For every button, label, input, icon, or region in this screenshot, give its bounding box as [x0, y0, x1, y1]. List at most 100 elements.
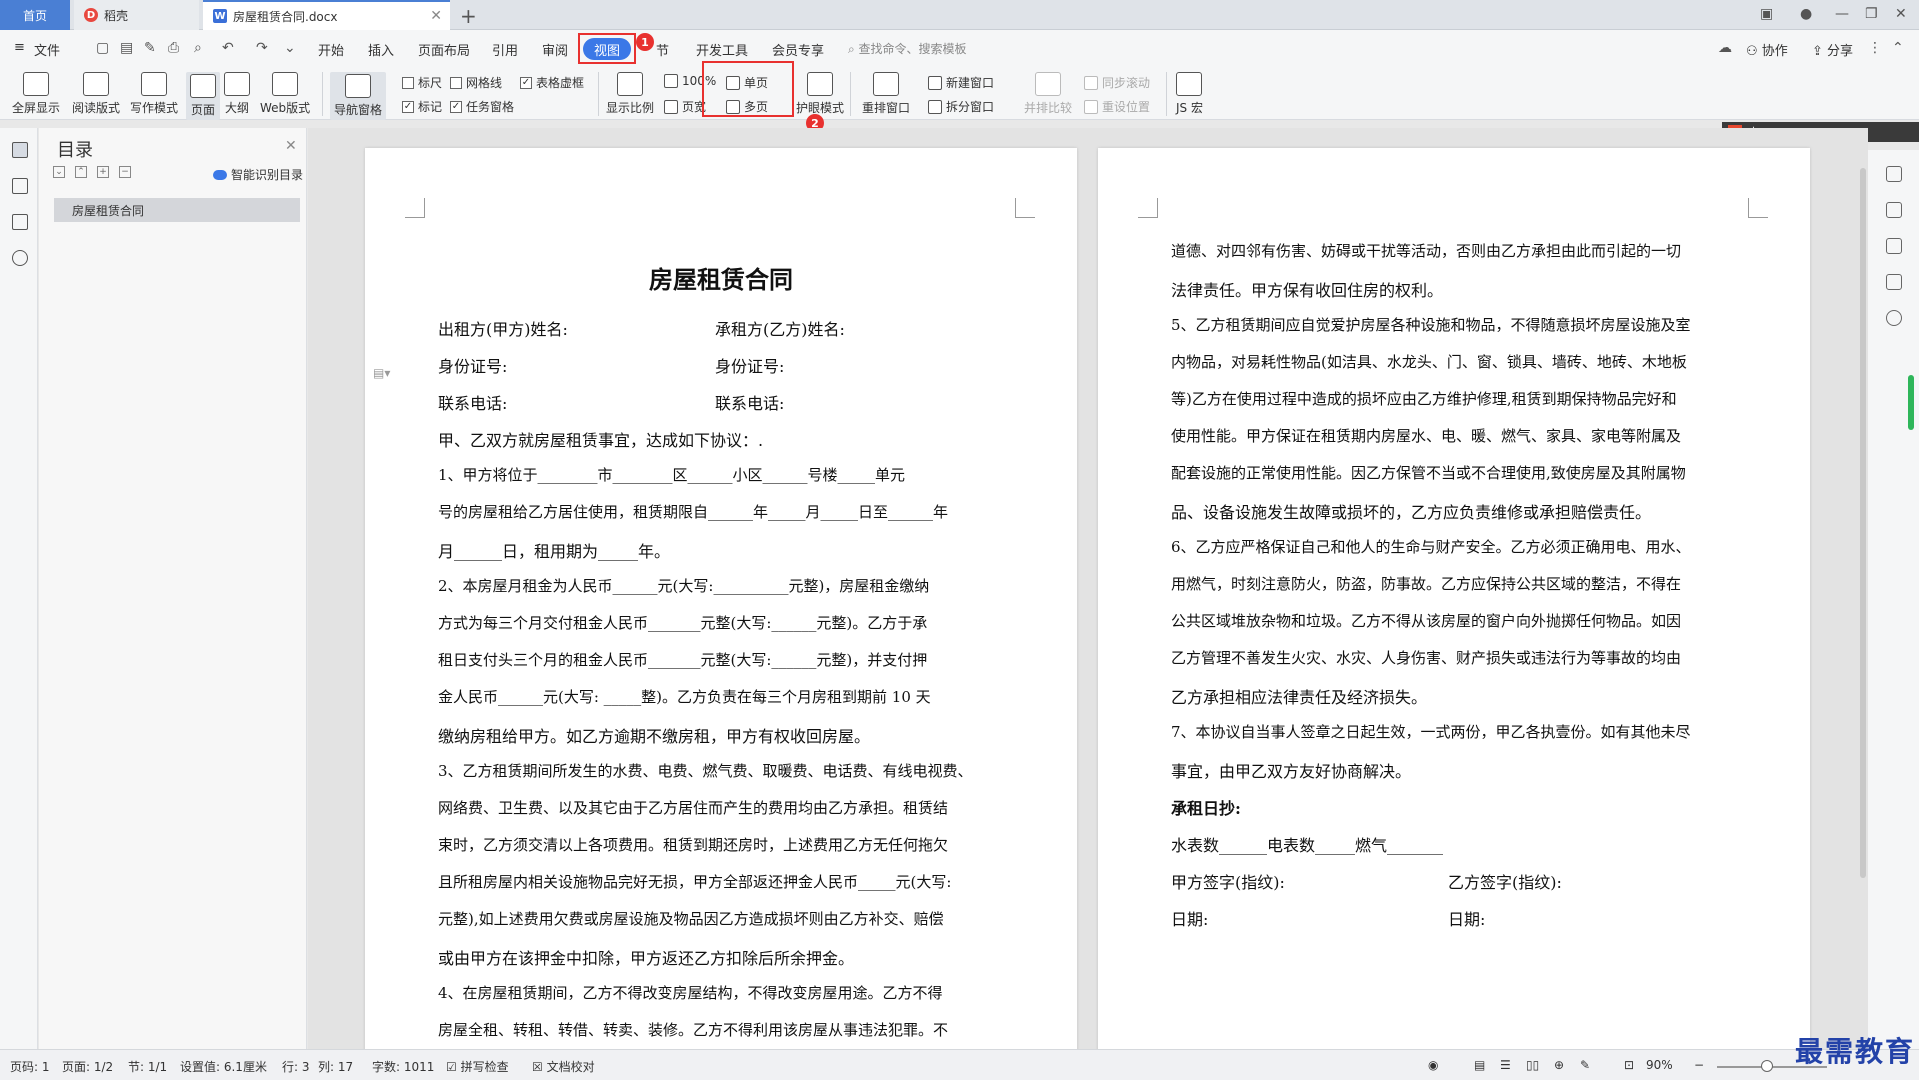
tab-document[interactable]: W 房屋租赁合同.docx ✕	[203, 0, 450, 30]
avatar[interactable]: ●	[1800, 6, 1812, 22]
outline-button[interactable]: 大纲	[224, 72, 250, 116]
menu-member[interactable]: 会员专享	[772, 40, 824, 59]
new-doc-icon[interactable]: ▢	[96, 40, 109, 56]
adjust-icon[interactable]	[1886, 274, 1902, 290]
gridline-toggle[interactable]: 网格线	[450, 74, 502, 91]
close-tab-icon[interactable]: ✕	[430, 8, 442, 24]
zoom-slider-handle[interactable]	[1760, 1060, 1773, 1072]
reading-view-icon[interactable]: ▯▯	[1526, 1058, 1539, 1072]
style-icon[interactable]	[1886, 166, 1902, 182]
menu-review[interactable]: 审阅	[542, 40, 568, 59]
remove-icon[interactable]: −	[119, 166, 131, 178]
undo-icon[interactable]: ↶	[222, 40, 234, 56]
print-preview-icon[interactable]: ⌕	[194, 40, 202, 56]
print-icon[interactable]: ⎙	[168, 40, 179, 56]
page-2[interactable]: 道德、对四邻有伤害、妨碍或干扰等活动，否则由乙方承担由此而引起的一切 法律责任。…	[1098, 148, 1810, 1049]
redo-icon[interactable]: ↷	[256, 40, 268, 56]
command-search[interactable]: ⌕ 查找命令、搜索模板	[848, 40, 967, 57]
task-pane-toggle[interactable]: ✓ 任务窗格	[450, 98, 514, 115]
close-window-icon[interactable]: ✕	[1895, 6, 1907, 22]
layout-icon[interactable]: ▣	[1760, 6, 1773, 22]
paragraph-icon[interactable]: ▤▾	[373, 366, 390, 380]
add-icon[interactable]: +	[97, 166, 109, 178]
vertical-scrollbar[interactable]	[1860, 168, 1866, 878]
mark-toggle[interactable]: ✓ 标记	[402, 98, 442, 115]
bookmark-icon[interactable]	[12, 214, 28, 230]
toc-panel-icon[interactable]	[12, 142, 28, 158]
chapter-icon[interactable]	[12, 178, 28, 194]
collab-button[interactable]: ⚇ 协作	[1746, 40, 1788, 59]
more-quick-icon[interactable]: ⌄	[284, 40, 296, 56]
writing-view-icon[interactable]: ✎	[1580, 1058, 1590, 1072]
toc-item[interactable]: 房屋租赁合同	[54, 198, 300, 222]
zoom-out-icon[interactable]: −	[1694, 1058, 1704, 1072]
share-button[interactable]: ⇪ 分享	[1812, 40, 1853, 59]
outline-view-icon[interactable]: ☰	[1500, 1058, 1511, 1072]
page-1[interactable]: ▤▾ 房屋租赁合同 出租方(甲方)姓名: 承租方(乙方)姓名: 身份证号: 身份…	[365, 148, 1077, 1049]
new-tab-button[interactable]: +	[460, 4, 477, 28]
js-macro-button[interactable]: JS 宏	[1176, 72, 1203, 116]
collapse-ribbon-icon[interactable]: ⌃	[1892, 40, 1904, 56]
status-section[interactable]: 节: 1/1	[128, 1058, 167, 1075]
mark-checkbox[interactable]: ✓	[402, 100, 414, 113]
fit-icon[interactable]: ⊡	[1624, 1058, 1634, 1072]
tab-home[interactable]: 首页	[0, 0, 70, 30]
search-icon[interactable]	[12, 250, 28, 266]
status-row[interactable]: 行: 3	[282, 1058, 310, 1075]
sync-scroll-button[interactable]: 同步滚动	[1084, 74, 1150, 91]
proofread-button[interactable]: ☒ 文档校对	[532, 1058, 595, 1075]
gridline-checkbox[interactable]	[450, 76, 462, 89]
minimize-icon[interactable]: —	[1835, 6, 1849, 22]
writing-mode-button[interactable]: 写作模式	[130, 72, 178, 116]
side-by-side-button[interactable]: 并排比较	[1024, 72, 1072, 116]
arrange-window-button[interactable]: 重排窗口	[862, 72, 910, 116]
fullscreen-button[interactable]: 全屏显示	[12, 72, 60, 116]
status-setting[interactable]: 设置值: 6.1厘米	[180, 1058, 267, 1075]
page-view-icon[interactable]: ▤	[1474, 1058, 1485, 1072]
side-handle[interactable]	[1908, 375, 1914, 430]
menu-section[interactable]: 节	[656, 40, 669, 59]
smart-toc-button[interactable]: 智能识别目录	[213, 166, 303, 183]
page-width-button[interactable]: 页宽	[664, 98, 706, 115]
tab-docer[interactable]: D 稻壳	[74, 0, 199, 30]
save-icon[interactable]: ▤	[120, 40, 133, 56]
status-page-no[interactable]: 页码: 1	[10, 1058, 50, 1075]
close-icon[interactable]: ✕	[285, 138, 297, 154]
menu-developer[interactable]: 开发工具	[696, 40, 748, 59]
eye-protect-icon[interactable]: ◉	[1428, 1058, 1438, 1072]
web-view-button[interactable]: Web版式	[260, 72, 310, 116]
collapse-icon[interactable]: ⌃	[75, 166, 87, 178]
menu-insert[interactable]: 插入	[368, 40, 394, 59]
help-icon[interactable]	[1886, 310, 1902, 326]
format-painter-icon[interactable]: ✎	[144, 40, 156, 56]
zoom-button[interactable]: 显示比例	[606, 72, 654, 116]
edit-icon[interactable]	[1886, 202, 1902, 218]
table-gridline-toggle[interactable]: ✓ 表格虚框	[520, 74, 584, 91]
reset-position-button[interactable]: 重设位置	[1084, 98, 1150, 115]
more-icon[interactable]: ⋮	[1868, 40, 1882, 56]
menu-file[interactable]: 文件	[34, 40, 60, 59]
status-words[interactable]: 字数: 1011	[372, 1058, 434, 1075]
reading-mode-button[interactable]: 阅读版式	[72, 72, 120, 116]
cloud-sync-icon[interactable]: ☁	[1718, 40, 1732, 56]
spell-check-button[interactable]: ☑ 拼写检查	[446, 1058, 509, 1075]
eye-mode-button[interactable]: 护眼模式	[796, 72, 844, 116]
split-window-button[interactable]: 拆分窗口	[928, 98, 994, 115]
status-col[interactable]: 列: 17	[318, 1058, 353, 1075]
ruler-checkbox[interactable]	[402, 76, 414, 89]
menu-start[interactable]: 开始	[318, 40, 344, 59]
menu-reference[interactable]: 引用	[492, 40, 518, 59]
table-gridline-checkbox[interactable]: ✓	[520, 76, 532, 89]
task-pane-checkbox[interactable]: ✓	[450, 100, 462, 113]
web-view-icon[interactable]: ⊕	[1554, 1058, 1564, 1072]
document-canvas[interactable]: ▤▾ 房屋租赁合同 出租方(甲方)姓名: 承租方(乙方)姓名: 身份证号: 身份…	[308, 128, 1868, 1049]
menu-hamburger-icon[interactable]: ≡	[14, 40, 25, 55]
new-window-button[interactable]: 新建窗口	[928, 74, 994, 91]
zoom-value[interactable]: 90%	[1646, 1058, 1673, 1072]
nav-pane-button[interactable]: 导航窗格	[330, 72, 387, 120]
select-icon[interactable]	[1886, 238, 1902, 254]
status-pages[interactable]: 页面: 1/2	[62, 1058, 113, 1075]
page-view-button[interactable]: 页面	[186, 72, 220, 120]
ruler-toggle[interactable]: 标尺	[402, 74, 442, 91]
menu-layout[interactable]: 页面布局	[418, 40, 470, 59]
